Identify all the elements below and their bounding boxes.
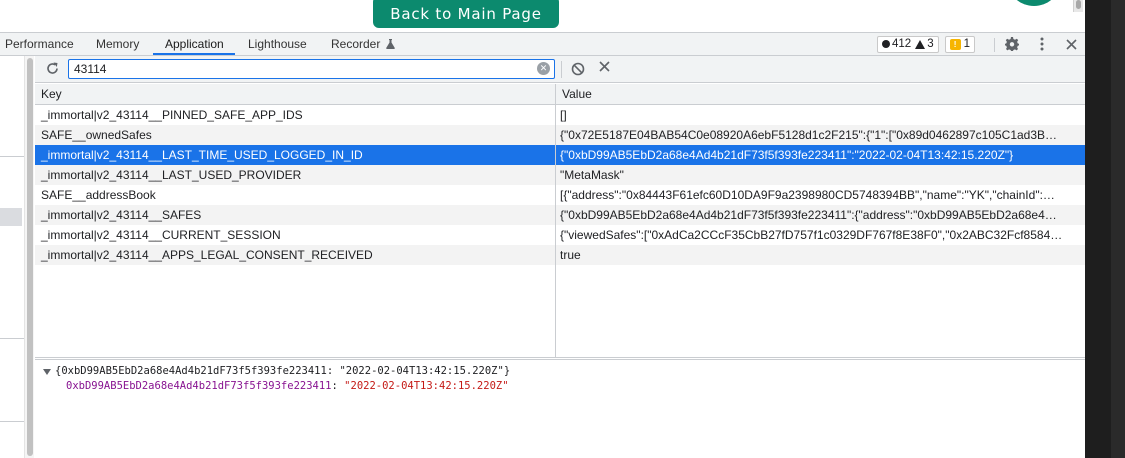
table-row[interactable]: _immortal|v2_43114__CURRENT_SESSION {"vi… bbox=[35, 225, 1085, 245]
tab-recorder-label: Recorder bbox=[331, 37, 381, 51]
preview-property-key: 0xbD99AB5EbD2a68e4Ad4b21dF73f5f393fe2234… bbox=[66, 380, 332, 392]
column-header-value[interactable]: Value bbox=[556, 84, 592, 104]
issue-count: 1 bbox=[963, 38, 970, 50]
preview-property-value: "2022-02-04T13:42:15.220Z" bbox=[344, 380, 509, 392]
sidebar-divider bbox=[0, 156, 26, 157]
preview-property: 0xbD99AB5EbD2a68e4Ad4b21dF73f5f393fe2234… bbox=[66, 380, 509, 392]
table-row[interactable]: SAFE__addressBook [{"address":"0x84443F6… bbox=[35, 185, 1085, 205]
table-header: Key Value bbox=[35, 84, 1085, 105]
refresh-icon[interactable] bbox=[43, 60, 61, 78]
page-top-area: Back to Main Page bbox=[0, 0, 1085, 32]
error-icon bbox=[882, 40, 890, 48]
sidebar-divider bbox=[0, 421, 26, 422]
sidebar-selected-item[interactable] bbox=[0, 208, 22, 226]
flask-icon bbox=[385, 39, 395, 49]
storage-toolbar: ✕ bbox=[35, 56, 1085, 83]
expand-arrow-icon[interactable] bbox=[43, 369, 51, 375]
table-row-selected[interactable]: _immortal|v2_43114__LAST_TIME_USED_LOGGE… bbox=[35, 145, 1085, 165]
clear-all-block-icon[interactable] bbox=[569, 60, 587, 78]
screen: Back to Main Page Performance Memory App… bbox=[0, 0, 1125, 458]
cell-value: [] bbox=[560, 108, 567, 122]
cell-key: _immortal|v2_43114__LAST_USED_PROVIDER bbox=[41, 168, 302, 182]
column-divider[interactable] bbox=[555, 84, 556, 358]
error-warning-count[interactable]: 412 3 bbox=[877, 35, 939, 53]
warning-icon bbox=[915, 39, 926, 49]
delete-selected-icon[interactable] bbox=[595, 59, 613, 77]
cell-value: "MetaMask" bbox=[560, 168, 624, 182]
back-to-main-page-button[interactable]: Back to Main Page bbox=[373, 0, 559, 28]
cell-key: SAFE__addressBook bbox=[41, 188, 156, 202]
clear-filter-icon[interactable]: ✕ bbox=[537, 62, 550, 75]
tab-recorder[interactable]: Recorder bbox=[331, 33, 395, 56]
error-count: 412 bbox=[892, 38, 912, 50]
cell-key: _immortal|v2_43114__APPS_LEGAL_CONSENT_R… bbox=[41, 248, 373, 262]
cell-value: true bbox=[560, 248, 581, 262]
tab-memory[interactable]: Memory bbox=[96, 33, 139, 56]
cell-value: {"viewedSafes":["0xAdCa2CCcF35CbB27fD757… bbox=[560, 228, 1063, 242]
local-storage-table: Key Value _immortal|v2_43114__PINNED_SAF… bbox=[35, 84, 1085, 358]
sidebar-divider bbox=[0, 338, 26, 339]
table-row[interactable]: SAFE__ownedSafes {"0x72E5187E04BAB54C0e0… bbox=[35, 125, 1085, 145]
filter-input[interactable] bbox=[68, 59, 555, 79]
table-row[interactable]: _immortal|v2_43114__SAFES {"0xbD99AB5EbD… bbox=[35, 205, 1085, 225]
cell-key: SAFE__ownedSafes bbox=[41, 128, 152, 142]
sidebar-scrollbar[interactable] bbox=[24, 56, 34, 458]
devtools-tabbar: Performance Memory Application Lighthous… bbox=[0, 32, 1085, 56]
page-scrollbar-thumb[interactable] bbox=[1076, 0, 1081, 9]
tab-lighthouse[interactable]: Lighthouse bbox=[248, 33, 307, 56]
table-row[interactable]: _immortal|v2_43114__PINNED_SAFE_APP_IDS … bbox=[35, 105, 1085, 125]
close-devtools-icon[interactable] bbox=[1062, 35, 1080, 53]
cell-key: _immortal|v2_43114__LAST_TIME_USED_LOGGE… bbox=[41, 148, 363, 162]
sidebar-scrollbar-thumb[interactable] bbox=[27, 58, 33, 456]
more-options-icon[interactable] bbox=[1033, 35, 1051, 53]
page-scrollbar[interactable] bbox=[1073, 0, 1083, 12]
issues-count[interactable]: ! 1 bbox=[944, 35, 975, 53]
warning-count: 3 bbox=[927, 38, 934, 50]
table-row[interactable]: _immortal|v2_43114__APPS_LEGAL_CONSENT_R… bbox=[35, 245, 1085, 265]
console-status-counts[interactable]: 412 3 ! 1 bbox=[877, 35, 986, 53]
cell-value: {"0xbD99AB5EbD2a68e4Ad4b21dF73f5f393fe22… bbox=[560, 148, 1014, 162]
right-dark-panel-inner bbox=[1085, 0, 1111, 458]
active-tab-indicator bbox=[153, 53, 235, 55]
issue-icon: ! bbox=[949, 38, 961, 50]
toolbar-divider bbox=[994, 38, 995, 52]
cell-value: [{"address":"0x84443F61efc60D10DA9F9a239… bbox=[560, 188, 1055, 202]
toolbar-divider bbox=[561, 61, 562, 78]
cell-key: _immortal|v2_43114__PINNED_SAFE_APP_IDS bbox=[41, 108, 303, 122]
preview-object-summary[interactable]: {0xbD99AB5EbD2a68e4Ad4b21dF73f5f393fe223… bbox=[55, 365, 510, 377]
green-circle-button[interactable] bbox=[1008, 0, 1060, 6]
settings-gear-icon[interactable] bbox=[1003, 35, 1021, 53]
cell-value: {"0x72E5187E04BAB54C0e08920A6ebF5128d1c2… bbox=[560, 128, 1058, 142]
cell-key: _immortal|v2_43114__CURRENT_SESSION bbox=[41, 228, 281, 242]
column-header-key[interactable]: Key bbox=[35, 84, 62, 104]
preview-property-separator: : bbox=[331, 380, 345, 392]
tab-performance[interactable]: Performance bbox=[5, 33, 74, 56]
table-row[interactable]: _immortal|v2_43114__LAST_USED_PROVIDER "… bbox=[35, 165, 1085, 185]
cell-value: {"0xbD99AB5EbD2a68e4Ad4b21dF73f5f393fe22… bbox=[560, 208, 1057, 222]
cell-key: _immortal|v2_43114__SAFES bbox=[41, 208, 202, 222]
application-sidebar[interactable] bbox=[0, 56, 34, 458]
value-preview-pane: {0xbD99AB5EbD2a68e4Ad4b21dF73f5f393fe223… bbox=[35, 359, 1085, 458]
